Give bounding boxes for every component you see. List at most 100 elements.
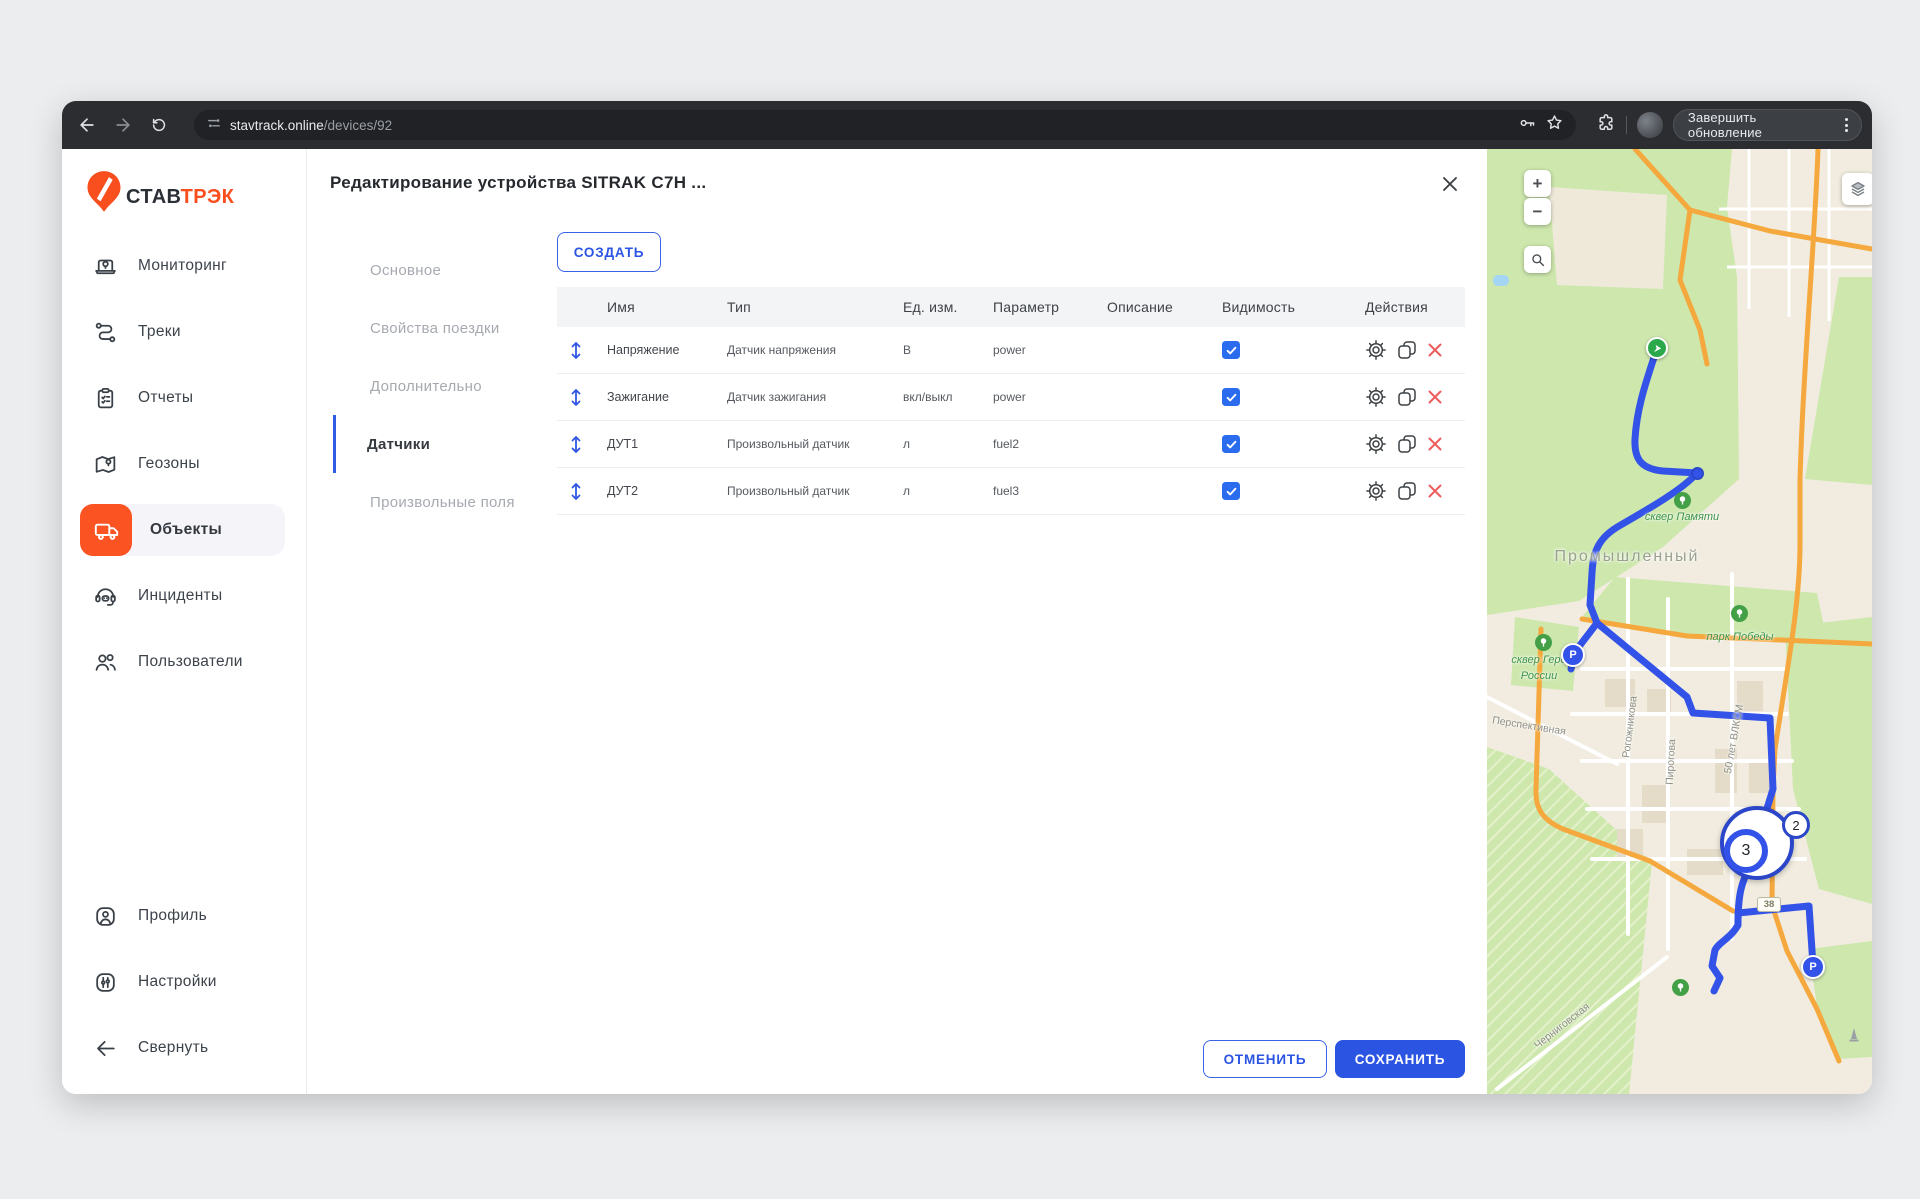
sidebar-item-settings[interactable]: Настройки [62, 949, 306, 1015]
incidents-headset-icon [92, 583, 118, 609]
finish-update-button[interactable]: Завершить обновление [1673, 109, 1862, 141]
table-row: Зажигание Датчик зажигания вкл/выкл powe… [557, 374, 1465, 421]
create-button[interactable]: СОЗДАТЬ [557, 232, 661, 272]
drag-sort-icon[interactable] [557, 434, 595, 455]
sensors-table: Имя Тип Ед. изм. Параметр Описание Видим… [557, 287, 1465, 515]
toolbar-right: Завершить обновление [1596, 109, 1862, 141]
col-header-actions: Действия [1353, 299, 1465, 315]
col-header-visible: Видимость [1210, 299, 1353, 315]
sensor-delete-icon[interactable] [1427, 342, 1443, 358]
sidebar-item-users[interactable]: Пользователи [62, 629, 306, 695]
sensor-param: power [981, 343, 1095, 357]
col-header-name: Имя [595, 299, 715, 315]
map-layers-button[interactable] [1842, 173, 1872, 205]
sensor-copy-icon[interactable] [1396, 339, 1418, 361]
sidebar-collapse-button[interactable]: Свернуть [62, 1015, 306, 1081]
sidebar: СТАВТРЭК Мониторинг Треки [62, 149, 307, 1094]
tab-trip-properties[interactable]: Свойства поездки [333, 299, 547, 357]
back-icon[interactable] [72, 110, 102, 140]
tracking-protection-icon[interactable] [206, 115, 222, 136]
sensor-settings-gear-icon[interactable] [1365, 433, 1387, 455]
tab-custom-fields[interactable]: Произвольные поля [333, 473, 547, 531]
parking-marker[interactable]: P [1561, 643, 1585, 667]
sensor-param: power [981, 390, 1095, 404]
drag-sort-icon[interactable] [557, 387, 595, 408]
sensor-delete-icon[interactable] [1427, 436, 1443, 452]
drag-sort-icon[interactable] [557, 481, 595, 502]
table-row: Напряжение Датчик напряжения В power [557, 327, 1465, 374]
sensor-delete-icon[interactable] [1427, 483, 1443, 499]
sidebar-item-geozones[interactable]: Геозоны [62, 431, 306, 497]
map-label-skver-geroev-2: России [1521, 670, 1558, 682]
reload-icon[interactable] [144, 110, 174, 140]
visibility-checkbox[interactable] [1222, 435, 1240, 453]
sensor-type: Датчик напряжения [715, 343, 891, 357]
road-shield: 38 [1757, 897, 1781, 912]
url-text: stavtrack.online/devices/92 [230, 118, 392, 133]
settings-sliders-icon [92, 969, 118, 995]
marker-cluster-count[interactable]: 3 [1724, 829, 1768, 873]
forward-icon[interactable] [108, 110, 138, 140]
sensor-param: fuel3 [981, 484, 1095, 498]
sensor-unit: л [891, 484, 981, 498]
app-logo: СТАВТРЭК [62, 149, 306, 225]
map-zoom-out-button[interactable]: − [1524, 198, 1551, 225]
map-search-button[interactable] [1524, 246, 1551, 273]
device-edit-panel: Редактирование устройства SITRAK C7H ...… [307, 149, 1487, 1094]
sensor-copy-icon[interactable] [1396, 480, 1418, 502]
sidebar-item-monitoring[interactable]: Мониторинг [62, 233, 306, 299]
sidebar-item-profile[interactable]: Профиль [62, 883, 306, 949]
sensor-name: Напряжение [595, 343, 715, 357]
profile-icon [92, 903, 118, 929]
sensor-settings-gear-icon[interactable] [1365, 480, 1387, 502]
save-button[interactable]: СОХРАНИТЬ [1335, 1040, 1465, 1078]
tracks-icon [92, 319, 118, 345]
table-row: ДУТ2 Произвольный датчик л fuel3 [557, 468, 1465, 515]
profile-avatar[interactable] [1637, 112, 1663, 138]
sensor-copy-icon[interactable] [1396, 386, 1418, 408]
parking-marker[interactable]: P [1801, 955, 1825, 979]
sidebar-item-incidents[interactable]: Инциденты [62, 563, 306, 629]
extensions-puzzle-icon[interactable] [1596, 113, 1616, 138]
map-zoom-in-button[interactable]: + [1524, 170, 1551, 197]
tab-sensors[interactable]: Датчики [333, 415, 547, 473]
sensor-name: ДУТ1 [595, 437, 715, 451]
finish-update-label: Завершить обновление [1688, 110, 1834, 140]
sensor-delete-icon[interactable] [1427, 389, 1443, 405]
map-panel[interactable]: сквер Памяти Промышленный парк Победы ск… [1487, 149, 1872, 1094]
sensor-unit: В [891, 343, 981, 357]
tab-main[interactable]: Основное [333, 241, 547, 299]
sidebar-item-objects[interactable]: Объекты [62, 497, 306, 563]
sensor-unit: л [891, 437, 981, 451]
route-start-marker[interactable] [1646, 337, 1668, 359]
objects-truck-icon [80, 504, 132, 556]
sensor-settings-gear-icon[interactable] [1365, 339, 1387, 361]
sensor-settings-gear-icon[interactable] [1365, 386, 1387, 408]
page-title: Редактирование устройства SITRAK C7H ... [330, 173, 706, 193]
tab-additional[interactable]: Дополнительно [333, 357, 547, 415]
map-label-pirogova: Пирогова [1664, 739, 1678, 785]
marker-cluster-badge[interactable]: 2 [1782, 811, 1810, 839]
password-key-icon[interactable] [1517, 113, 1537, 138]
sidebar-item-reports[interactable]: Отчеты [62, 365, 306, 431]
drag-sort-icon[interactable] [557, 340, 595, 361]
park-tree-icon [1674, 492, 1691, 509]
cancel-button[interactable]: ОТМЕНИТЬ [1203, 1040, 1327, 1078]
bookmark-star-icon[interactable] [1545, 113, 1564, 137]
url-bar[interactable]: stavtrack.online/devices/92 [194, 110, 1576, 140]
visibility-checkbox[interactable] [1222, 341, 1240, 359]
col-header-desc: Описание [1095, 299, 1210, 315]
map-label-skver-pamyati: сквер Памяти [1645, 511, 1719, 523]
sidebar-item-tracks[interactable]: Треки [62, 299, 306, 365]
sensor-copy-icon[interactable] [1396, 433, 1418, 455]
route-waypoint-dot[interactable] [1691, 467, 1704, 480]
sensor-type: Произвольный датчик [715, 437, 891, 451]
visibility-checkbox[interactable] [1222, 388, 1240, 406]
visibility-checkbox[interactable] [1222, 482, 1240, 500]
monitoring-icon [92, 253, 118, 279]
collapse-arrow-icon [92, 1035, 118, 1061]
close-icon[interactable] [1439, 173, 1461, 195]
browser-menu-icon[interactable] [1842, 118, 1851, 132]
col-header-param: Параметр [981, 299, 1095, 315]
sensor-param: fuel2 [981, 437, 1095, 451]
